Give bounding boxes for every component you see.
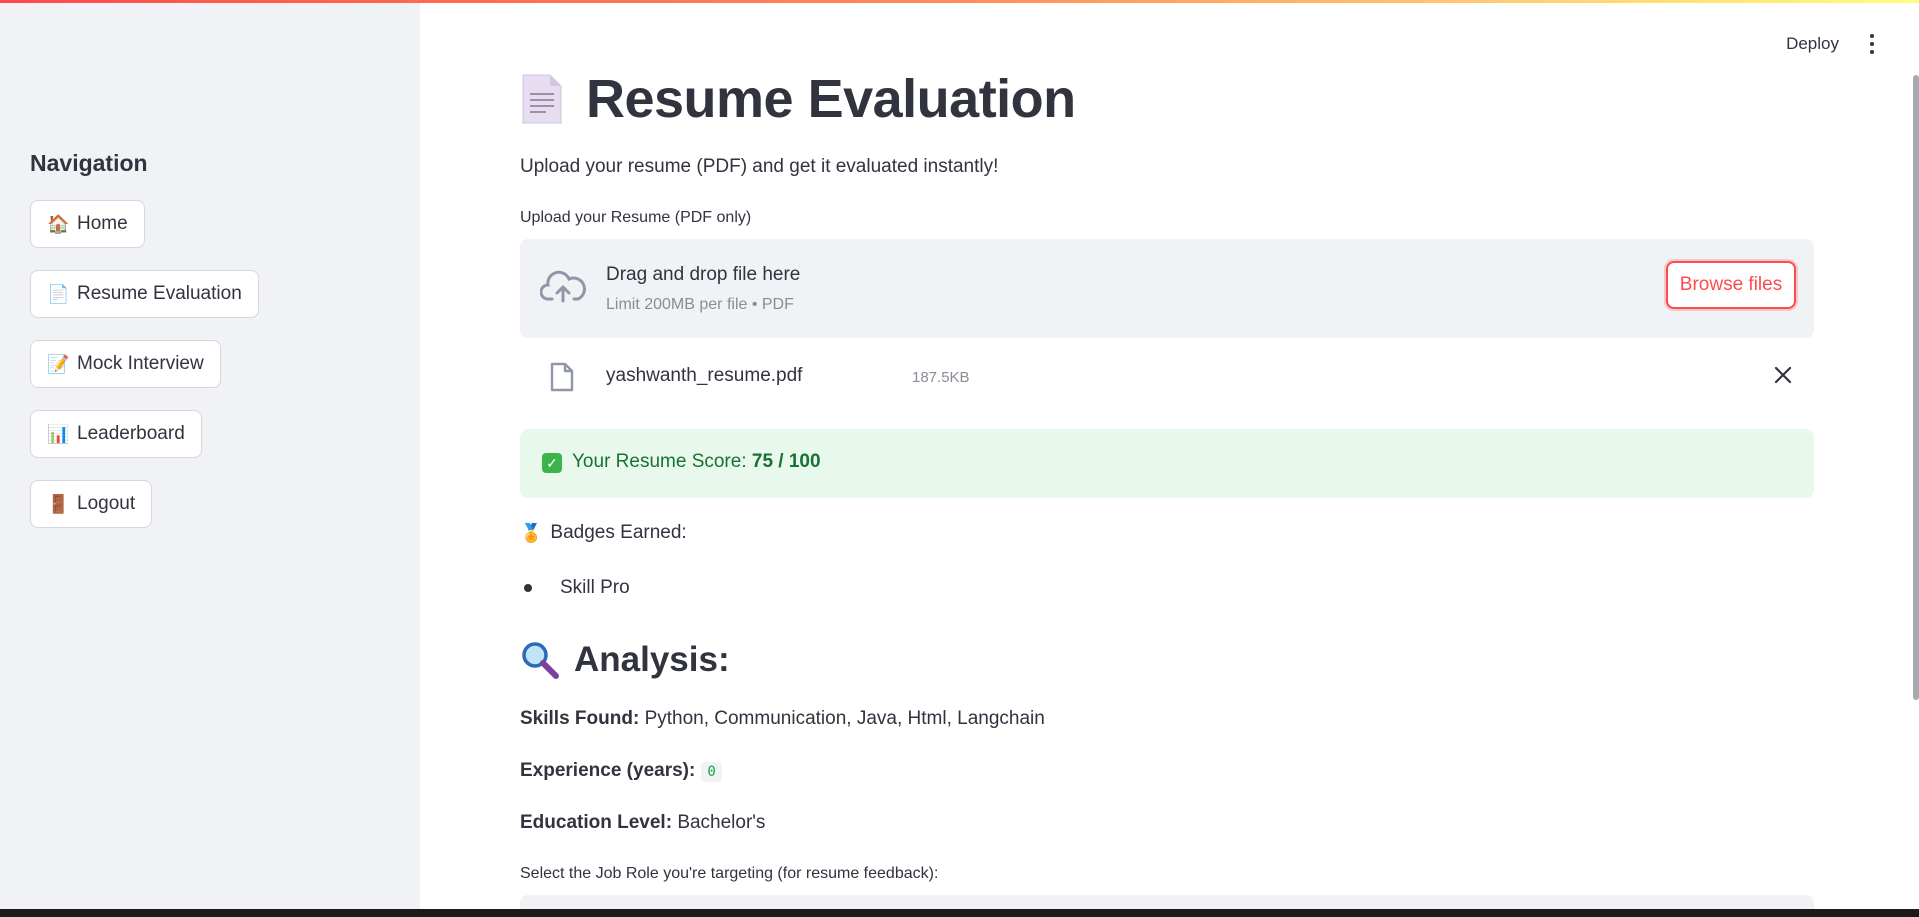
dropzone-title: Drag and drop file here: [606, 264, 801, 285]
skills-found: Skills Found: Python, Communication, Jav…: [520, 708, 1045, 729]
analysis-title: Analysis:: [574, 640, 730, 679]
badges-heading: 🏅 Badges Earned:: [520, 522, 687, 544]
magnifying-glass-icon: [522, 642, 559, 679]
page-subtitle: Upload your resume (PDF) and get it eval…: [520, 156, 999, 177]
browse-files-button[interactable]: Browse files: [1666, 261, 1796, 309]
page-document-icon: [522, 74, 562, 124]
job-role-label: Select the Job Role you're targeting (fo…: [520, 865, 939, 882]
score-text: Your Resume Score: 75 / 100: [572, 451, 821, 472]
badges-list: Skill Pro: [520, 577, 630, 599]
bar-chart-icon: 📊: [47, 423, 70, 444]
analysis-heading: Analysis:: [520, 640, 730, 680]
uploaded-file-name: yashwanth_resume.pdf: [606, 365, 803, 386]
page-title: Resume Evaluation: [586, 69, 1076, 129]
nav-home-button[interactable]: 🏠 Home: [30, 200, 145, 248]
file-icon: [550, 362, 574, 392]
upload-label: Upload your Resume (PDF only): [520, 209, 752, 226]
experience-value: 0: [701, 762, 722, 782]
document-icon: 📄: [47, 283, 70, 304]
file-dropzone[interactable]: Drag and drop file here Limit 200MB per …: [520, 239, 1814, 338]
experience-years: Experience (years): 0: [520, 760, 722, 782]
checkmark-icon: ✓: [542, 453, 562, 473]
deploy-button[interactable]: Deploy: [1786, 34, 1839, 54]
door-icon: 🚪: [47, 493, 70, 514]
uploaded-file-size: 187.5KB: [912, 369, 970, 386]
nav-leaderboard-button[interactable]: 📊 Leaderboard: [30, 410, 202, 458]
more-options-icon[interactable]: [1868, 34, 1876, 54]
memo-icon: 📝: [47, 353, 70, 374]
nav-leaderboard-label: Leaderboard: [77, 423, 185, 444]
uploaded-file-row: yashwanth_resume.pdf 187.5KB: [520, 355, 1814, 401]
nav-logout-label: Logout: [77, 493, 136, 514]
main-content: Deploy Resume Evaluation Upload your res…: [420, 0, 1919, 917]
top-decoration-stripe: [0, 0, 1919, 3]
score-success-alert: ✓ Your Resume Score: 75 / 100: [520, 429, 1814, 498]
page-title-row: Resume Evaluation: [520, 68, 1076, 130]
badges-label: Badges Earned:: [550, 522, 687, 543]
navigation-title: Navigation: [30, 150, 148, 176]
score-value: 75 / 100: [751, 451, 821, 472]
house-icon: 🏠: [47, 213, 70, 234]
nav-resume-evaluation-label: Resume Evaluation: [77, 283, 242, 304]
bottom-bar: [0, 909, 1919, 917]
close-icon[interactable]: [1772, 364, 1794, 386]
nav-resume-evaluation-button[interactable]: 📄 Resume Evaluation: [30, 270, 259, 318]
cloud-upload-icon: [540, 270, 586, 303]
nav-logout-button[interactable]: 🚪 Logout: [30, 480, 153, 528]
scrollbar[interactable]: [1913, 75, 1919, 700]
sidebar: Navigation 🏠 Home 📄 Resume Evaluation 📝 …: [0, 0, 420, 917]
nav-home-label: Home: [77, 213, 128, 234]
education-level: Education Level: Bachelor's: [520, 812, 766, 833]
list-item: Skill Pro: [520, 577, 630, 599]
nav-mock-interview-label: Mock Interview: [77, 353, 204, 374]
medal-icon: 🏅: [520, 522, 543, 543]
dropzone-limit: Limit 200MB per file • PDF: [606, 296, 794, 313]
nav-mock-interview-button[interactable]: 📝 Mock Interview: [30, 340, 221, 388]
